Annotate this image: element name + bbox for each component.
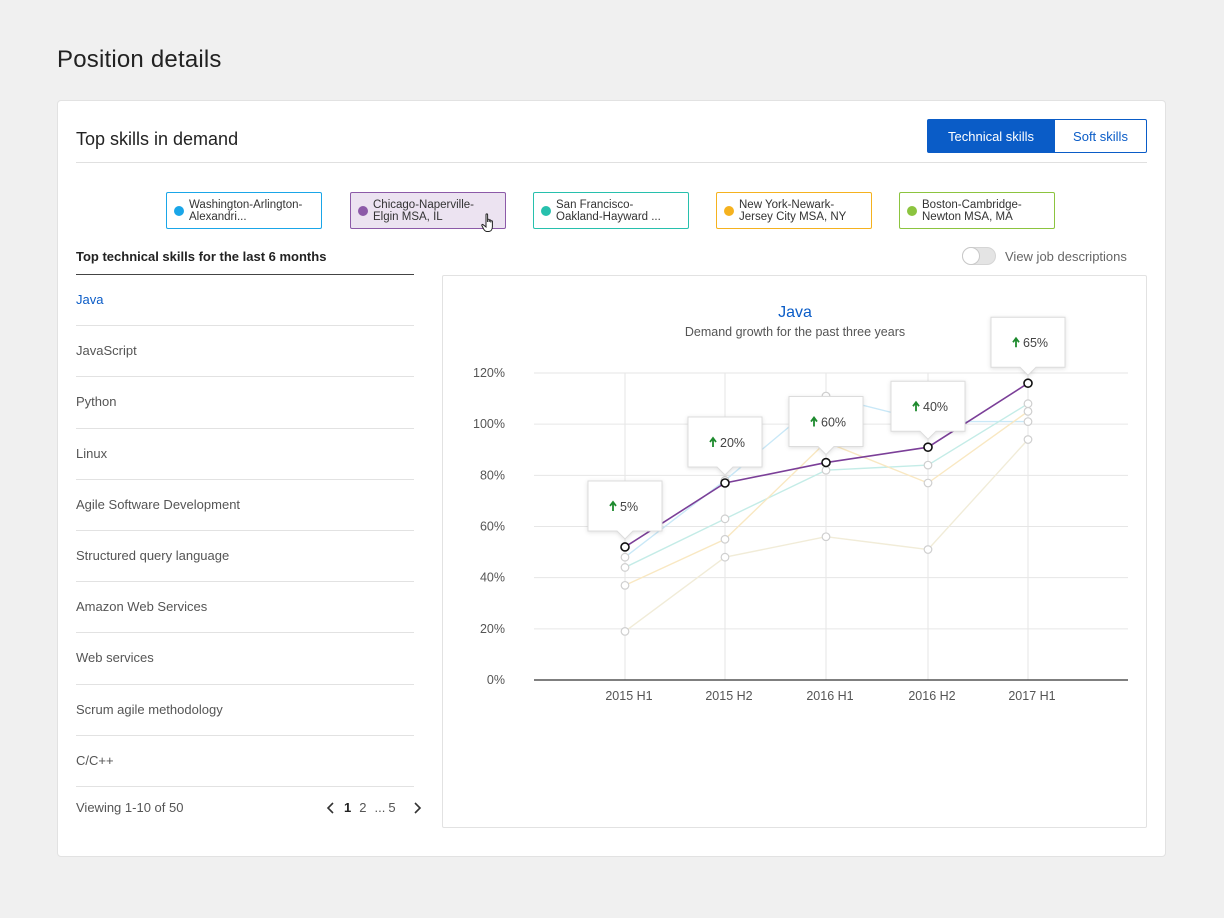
skills-list-heading: Top technical skills for the last 6 mont…	[76, 249, 327, 264]
data-point-faded[interactable]	[923, 545, 933, 554]
chevron-left-icon[interactable]	[324, 801, 338, 815]
card-divider	[76, 162, 1147, 163]
skill-item-java[interactable]: Java	[76, 275, 414, 327]
chart-title: Java	[778, 304, 812, 321]
skill-item-sql[interactable]: Structured query language	[76, 531, 414, 583]
skill-item-scrum[interactable]: Scrum agile methodology	[76, 685, 414, 736]
page-ellipsis: ...	[374, 800, 386, 815]
y-tick-label: 100%	[473, 417, 505, 431]
x-tick-label: 2016 H1	[806, 689, 853, 703]
region-chip-label: Boston-Cambridge- Newton MSA, MA	[922, 198, 1022, 223]
x-tick-label: 2016 H2	[908, 689, 955, 703]
skill-type-toggle: Technical skills Soft skills	[927, 119, 1147, 153]
data-point-faded[interactable]	[720, 534, 730, 544]
skill-item-aws[interactable]: Amazon Web Services	[76, 582, 414, 634]
skill-item-linux[interactable]: Linux	[76, 429, 414, 480]
technical-skills-button[interactable]: Technical skills	[927, 119, 1055, 153]
data-point-faded[interactable]	[923, 460, 933, 470]
region-color-dot	[541, 205, 551, 216]
skill-item-agile[interactable]: Agile Software Development	[76, 480, 414, 531]
region-chip-san-francisco[interactable]: San Francisco- Oakland-Hayward ...	[533, 192, 689, 229]
data-point-faded[interactable]	[923, 478, 933, 488]
data-point-faded[interactable]	[620, 563, 630, 572]
pagination: 1 2 ... 5	[324, 800, 424, 815]
callout-label: 65%	[1023, 336, 1048, 350]
callout-label: 20%	[720, 436, 745, 450]
data-point-faded[interactable]	[1023, 399, 1033, 409]
callout-label: 5%	[620, 500, 638, 514]
card-title: Top skills in demand	[76, 129, 239, 149]
data-point-highlighted[interactable]	[720, 478, 730, 488]
toggle-label: View job descriptions	[1005, 248, 1127, 264]
data-point-highlighted[interactable]	[620, 542, 630, 552]
region-chip-new-york[interactable]: New York-Newark- Jersey City MSA, NY	[716, 192, 872, 229]
growth-callout: 5%	[587, 480, 663, 540]
region-color-dot	[907, 205, 917, 216]
page-title: Position details	[57, 46, 222, 73]
pagination-summary: Viewing 1-10 of 50	[76, 800, 184, 815]
page-link-1[interactable]: 1	[344, 800, 351, 815]
data-point-faded[interactable]	[821, 465, 831, 475]
y-tick-label: 0%	[487, 673, 505, 687]
growth-callout: 60%	[788, 396, 864, 456]
callout-label: 60%	[821, 416, 846, 430]
x-tick-label: 2017 H1	[1008, 689, 1055, 703]
skills-list: Java JavaScript Python Linux Agile Softw…	[76, 275, 414, 787]
y-tick-label: 60%	[480, 520, 505, 534]
x-tick-label: 2015 H1	[605, 689, 652, 703]
region-chip-boston[interactable]: Boston-Cambridge- Newton MSA, MA	[899, 192, 1055, 229]
data-point-faded[interactable]	[620, 580, 630, 590]
y-tick-label: 40%	[480, 571, 505, 585]
skill-item-cpp[interactable]: C/C++	[76, 736, 414, 787]
soft-skills-button[interactable]: Soft skills	[1055, 119, 1147, 153]
view-job-descriptions-toggle[interactable]: View job descriptions	[962, 247, 1127, 265]
toggle-knob	[962, 247, 980, 265]
y-tick-label: 20%	[480, 622, 505, 636]
data-point-faded[interactable]	[620, 552, 630, 562]
page-link-5[interactable]: 5	[388, 800, 395, 815]
region-color-dot	[358, 205, 368, 216]
callout-label: 40%	[923, 400, 948, 414]
data-point-faded[interactable]	[720, 552, 730, 562]
data-point-highlighted[interactable]	[821, 457, 831, 468]
chart-panel: Java Demand growth for the past three yea…	[442, 275, 1147, 828]
hand-cursor-icon	[481, 213, 493, 232]
chart-subtitle: Demand growth for the past three years	[685, 325, 905, 339]
skill-item-web-services[interactable]: Web services	[76, 633, 414, 685]
region-chip-label: Chicago-Naperville- Elgin MSA, IL	[373, 198, 474, 223]
skills-card: Top skills in demand Technical skills So…	[57, 100, 1166, 857]
growth-callout: 20%	[687, 416, 763, 476]
page-link-2[interactable]: 2	[359, 800, 366, 815]
region-chip-label: Washington-Arlington- Alexandri...	[189, 198, 303, 223]
data-point-highlighted[interactable]	[1023, 378, 1033, 389]
region-chip-washington[interactable]: Washington-Arlington- Alexandri...	[166, 192, 322, 229]
growth-callout: 65%	[990, 316, 1066, 376]
growth-callout: 40%	[890, 380, 966, 440]
region-chip-label: New York-Newark- Jersey City MSA, NY	[739, 198, 847, 223]
data-point-faded[interactable]	[1023, 406, 1033, 416]
data-point-highlighted[interactable]	[923, 442, 933, 452]
data-point-faded[interactable]	[1023, 417, 1033, 427]
y-tick-label: 80%	[480, 468, 505, 482]
data-point-faded[interactable]	[821, 532, 831, 542]
skill-item-python[interactable]: Python	[76, 377, 414, 429]
demand-growth-chart: Java Demand growth for the past three yea…	[473, 304, 1128, 703]
toggle-switch[interactable]	[962, 247, 996, 265]
y-tick-label: 120%	[473, 366, 505, 380]
region-chip-label: San Francisco- Oakland-Hayward ...	[556, 198, 661, 223]
data-point-faded[interactable]	[720, 514, 730, 524]
region-color-dot	[724, 205, 734, 216]
region-color-dot	[174, 205, 184, 216]
skill-item-javascript[interactable]: JavaScript	[76, 326, 414, 378]
data-point-faded[interactable]	[620, 626, 630, 636]
x-tick-label: 2015 H2	[705, 689, 752, 703]
chevron-right-icon[interactable]	[410, 801, 424, 815]
data-point-faded[interactable]	[1023, 435, 1033, 444]
